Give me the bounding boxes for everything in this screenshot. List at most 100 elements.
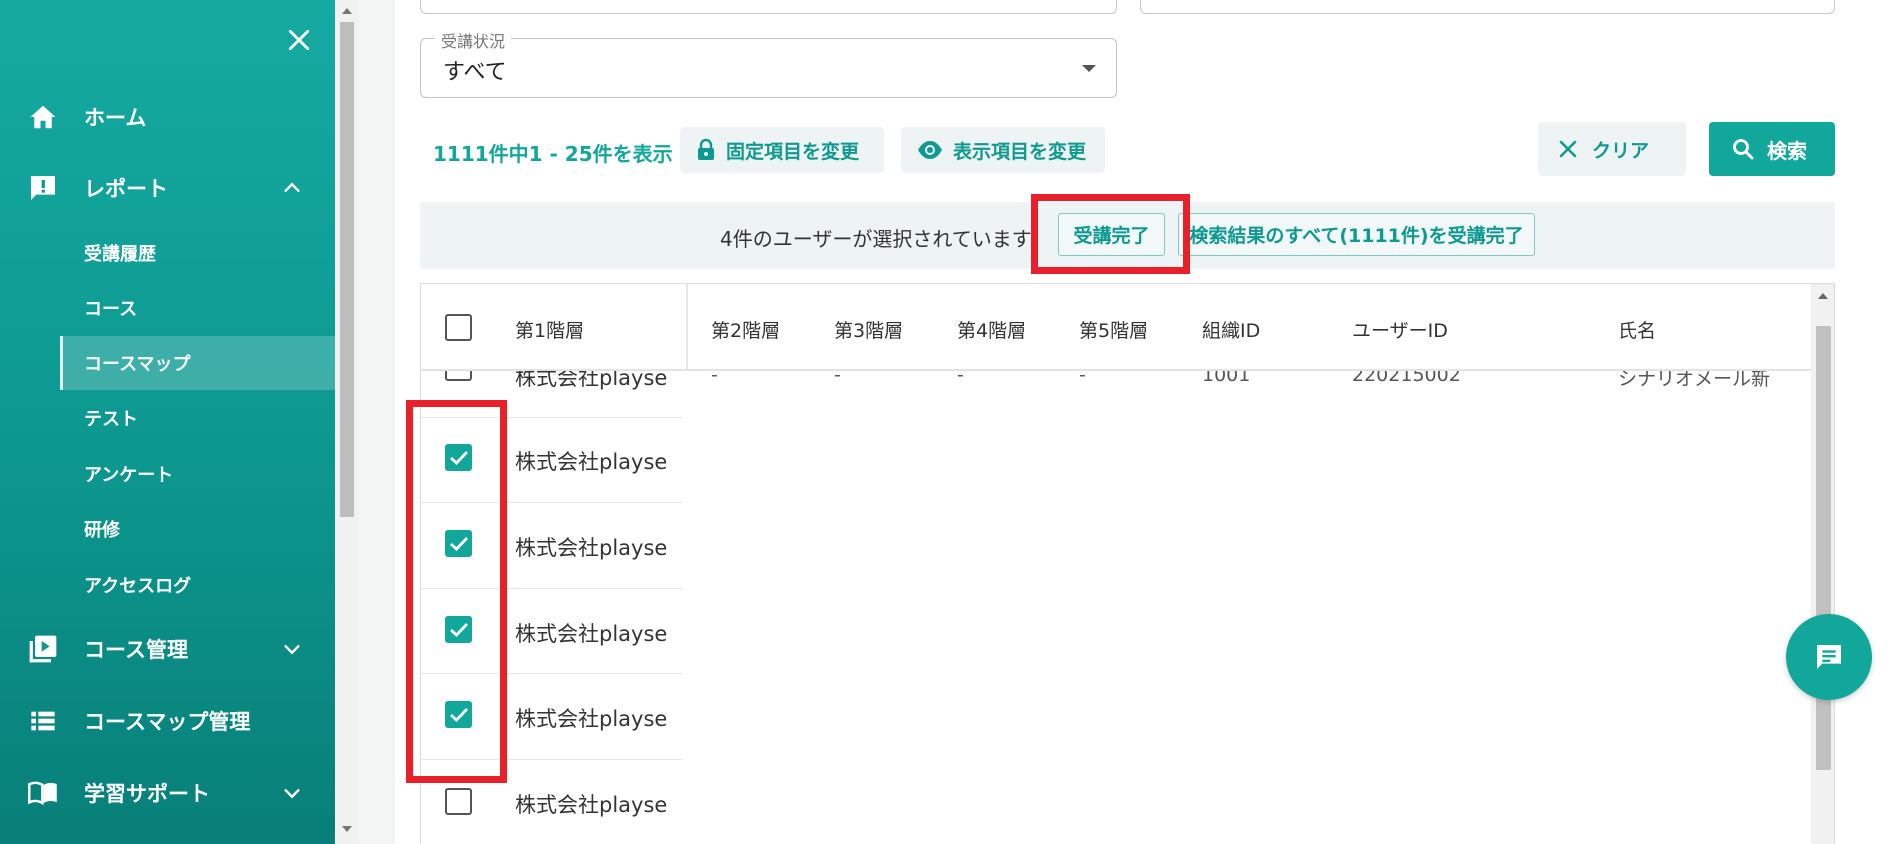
clear-button[interactable]: クリア	[1538, 122, 1686, 176]
result-count: 1111件中1 - 25件を表示	[433, 142, 673, 166]
sidebar-subitem-label: テスト	[84, 409, 138, 430]
row-checkbox[interactable]	[445, 788, 472, 815]
filter-field-top-left[interactable]	[420, 0, 1117, 14]
sidebar-subitem-accesslog[interactable]: アクセスログ	[60, 558, 335, 612]
complete-selected-button[interactable]: 受講完了	[1058, 213, 1165, 256]
row-checkbox[interactable]	[445, 701, 472, 728]
column-header[interactable]: 組織ID	[1202, 316, 1260, 343]
button-label: 受講完了	[1073, 225, 1150, 247]
selection-text: 4件のユーザーが選択されています	[720, 227, 1032, 251]
cell-first-level: 株式会社playse	[515, 622, 668, 646]
check-icon	[449, 536, 468, 551]
chat-icon	[1817, 645, 1841, 669]
column-header[interactable]: ユーザーID	[1352, 316, 1448, 343]
scroll-up-arrow[interactable]	[1818, 293, 1828, 299]
selection-bar: 4件のユーザーが選択されています 受講完了 検索結果のすべて(1111件)を受講…	[420, 202, 1835, 269]
content-gutter	[359, 0, 395, 844]
row-divider	[421, 673, 683, 674]
row-checkbox[interactable]	[445, 616, 472, 643]
sidebar-item-label: コース管理	[84, 638, 188, 662]
sidebar-subitem-coursemap[interactable]: コースマップ	[60, 336, 335, 390]
sidebar-subitem-label: アンケート	[84, 465, 174, 486]
change-display-columns-button[interactable]: 表示項目を変更	[901, 127, 1105, 173]
cell-first-level: 株式会社playse	[515, 707, 668, 731]
list-icon	[26, 704, 60, 738]
sidebar-scrollbar[interactable]	[335, 0, 359, 844]
scroll-up-arrow[interactable]	[342, 8, 352, 14]
row-divider	[421, 588, 683, 589]
user-table: 第1階層 第2階層 第3階層 第4階層 第5階層 組織ID ユーザーID 氏名 …	[420, 283, 1835, 844]
scroll-down-arrow[interactable]	[342, 826, 352, 832]
column-header[interactable]: 氏名	[1618, 316, 1656, 343]
select-legend: 受講状況	[435, 28, 512, 52]
close-icon	[1558, 139, 1578, 159]
sidebar-item-label: レポート	[84, 177, 168, 201]
sidebar-subitem-course[interactable]: コース	[60, 281, 335, 335]
sidebar-item-coursemap-management[interactable]: コースマップ管理	[0, 697, 335, 745]
sidebar-subitem-test[interactable]: テスト	[60, 391, 335, 445]
button-label: クリア	[1592, 139, 1650, 162]
close-icon	[288, 29, 310, 51]
column-header[interactable]: 第3階層	[834, 316, 903, 343]
check-icon	[449, 622, 468, 637]
chevron-down-icon[interactable]	[280, 781, 304, 805]
sidebar-subitem-label: コース	[84, 299, 138, 320]
app-root: ホーム レポート 受講履歴 コース コースマップ テスト アンケート 研修 アク…	[0, 0, 1892, 844]
report-icon	[26, 171, 60, 205]
caret-down-icon	[1082, 65, 1096, 72]
sidebar: ホーム レポート 受講履歴 コース コースマップ テスト アンケート 研修 アク…	[0, 0, 335, 844]
button-label: 検索	[1767, 138, 1807, 163]
sidebar-item-home[interactable]: ホーム	[0, 93, 335, 141]
column-header[interactable]: 第5階層	[1079, 316, 1148, 343]
sidebar-item-report[interactable]: レポート	[0, 164, 335, 212]
select-value: すべて	[443, 60, 507, 85]
row-checkbox[interactable]	[445, 530, 472, 557]
column-header[interactable]: 第4階層	[957, 316, 1026, 343]
close-sidebar-button[interactable]	[283, 24, 315, 56]
scrollbar-thumb[interactable]	[340, 22, 354, 517]
chevron-down-icon[interactable]	[280, 637, 304, 661]
button-label: 固定項目を変更	[726, 140, 860, 163]
sidebar-subitem-survey[interactable]: アンケート	[60, 447, 335, 501]
eye-icon	[917, 140, 943, 160]
sidebar-item-learning-support[interactable]: 学習サポート	[0, 769, 335, 817]
sidebar-subitem-label: 研修	[84, 520, 120, 541]
cell-first-level: 株式会社playse	[515, 450, 668, 474]
sidebar-item-label: コースマップ管理	[84, 710, 251, 734]
complete-all-results-button[interactable]: 検索結果のすべて(1111件)を受講完了	[1178, 213, 1535, 256]
change-fixed-columns-button[interactable]: 固定項目を変更	[680, 127, 884, 173]
button-label: 検索結果のすべて(1111件)を受講完了	[1189, 225, 1524, 247]
sidebar-item-label: ホーム	[84, 106, 147, 130]
sidebar-subitem-label: アクセスログ	[84, 576, 192, 597]
chat-button[interactable]	[1786, 614, 1872, 700]
sidebar-item-course-management[interactable]: コース管理	[0, 625, 335, 673]
table-header: 第1階層 第2階層 第3階層 第4階層 第5階層 組織ID ユーザーID 氏名	[421, 284, 1811, 371]
row-divider	[421, 417, 683, 418]
attendance-status-select[interactable]: 受講状況 すべて	[420, 28, 1117, 98]
play-library-icon	[26, 632, 60, 666]
search-button[interactable]: 検索	[1709, 122, 1835, 176]
book-icon	[26, 776, 60, 810]
check-icon	[449, 707, 468, 722]
row-divider	[421, 502, 683, 503]
cell-first-level: 株式会社playse	[515, 793, 668, 817]
table-scrollbar[interactable]	[1811, 284, 1834, 844]
sidebar-subitem-history[interactable]: 受講履歴	[60, 226, 335, 280]
check-icon	[449, 450, 468, 465]
home-icon	[26, 100, 60, 134]
select-all-checkbox[interactable]	[445, 314, 472, 341]
search-icon	[1731, 137, 1755, 161]
sidebar-subitem-label: 受講履歴	[84, 244, 156, 265]
sticky-column-divider	[686, 284, 688, 371]
scrollbar-thumb[interactable]	[1816, 326, 1831, 770]
sidebar-subitem-training[interactable]: 研修	[60, 502, 335, 556]
column-header[interactable]: 第2階層	[711, 316, 780, 343]
row-checkbox[interactable]	[445, 444, 472, 471]
sidebar-subitem-label: コースマップ	[84, 354, 191, 375]
button-label: 表示項目を変更	[953, 140, 1087, 163]
filter-field-top-right[interactable]	[1140, 0, 1835, 14]
chevron-up-icon[interactable]	[280, 176, 304, 200]
column-header[interactable]: 第1階層	[515, 316, 584, 343]
main-content: 受講状況 すべて 1111件中1 - 25件を表示 固定項目を変更 表示項目を変…	[395, 0, 1892, 844]
cell-first-level: 株式会社playse	[515, 536, 668, 560]
